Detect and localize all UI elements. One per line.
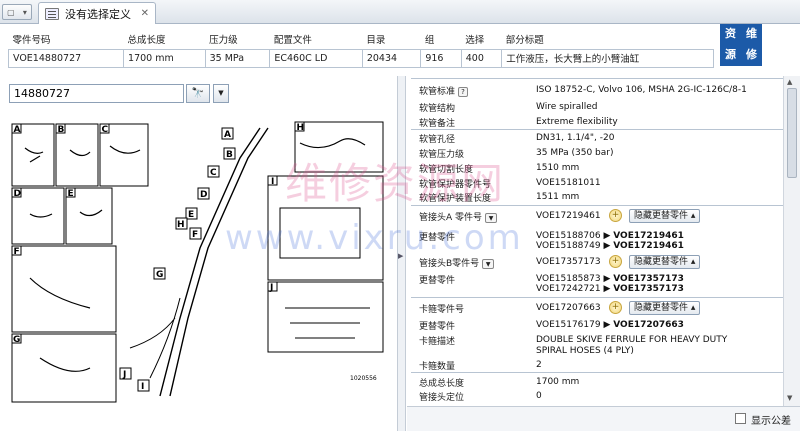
window-icon: ▢ (7, 7, 15, 17)
show-tolerance-label: 显示公差 (751, 416, 791, 427)
svg-text:I: I (141, 382, 144, 392)
hide-replacement-button-c[interactable]: 隐藏更替零件 ▴ (629, 301, 701, 315)
col-catalog: 目录 (362, 30, 421, 50)
cell-pressure: 35 MPa (204, 48, 271, 68)
row-hose-standard: 软管标准? ISO 18752-C, Volvo 106, MSHA 2G-IC… (419, 85, 747, 97)
cell-part-number: VOE14880727 (7, 48, 125, 68)
part-search-input[interactable] (9, 84, 184, 103)
bottom-bar: 显示公差 (407, 406, 800, 431)
col-section-title: 部分标题 (501, 30, 714, 50)
col-select: 选择 (461, 30, 502, 50)
hide-replacement-button-b[interactable]: 隐藏更替零件 ▴ (629, 255, 701, 269)
row-hose-structure: 软管结构 Wire spiralled (419, 102, 598, 114)
svg-text:J: J (122, 370, 126, 380)
col-config: 配置文件 (269, 30, 363, 50)
window-menu-button[interactable]: ▢ ▾ (2, 4, 32, 20)
scroll-up-icon[interactable]: ▲ (787, 78, 792, 86)
table-row[interactable]: VOE14880727 1700 mm 35 MPa EC460C LD 204… (7, 48, 714, 68)
cell-section-title: 工作液压，长大臂上的小臂油缸 (501, 48, 714, 68)
row-replace-c: 更替零件 VOE15176179 ▶ VOE17207663 (419, 320, 684, 332)
chevron-down-icon[interactable]: ▼ (482, 258, 495, 269)
binoculars-icon[interactable]: 🔭 (186, 84, 210, 103)
row-replace-a-2: VOE15188749 ▶ VOE17219461 (536, 241, 684, 251)
add-icon[interactable]: + (609, 301, 622, 314)
detail-f-frame (11, 245, 117, 333)
detail-i-frame (267, 175, 384, 281)
svg-text:F: F (14, 247, 20, 257)
row-clamp-qty: 卡箍数量 2 (419, 360, 542, 372)
svg-text:H: H (177, 220, 185, 230)
row-clamp-part: 卡箍零件号 VOE17207663 (419, 303, 601, 315)
chevron-down-icon: ▾ (22, 7, 27, 17)
scroll-down-icon[interactable]: ▼ (787, 394, 792, 402)
svg-text:G: G (156, 270, 163, 280)
cell-group: 916 (420, 48, 462, 68)
row-clamp-desc-2: SPIRAL HOSES (4 PLY) (536, 346, 634, 356)
svg-text:A: A (14, 125, 21, 135)
scroll-thumb[interactable] (787, 88, 797, 178)
svg-text:C: C (210, 168, 217, 178)
document-icon (45, 7, 59, 20)
cell-assembly-length: 1700 mm (123, 48, 206, 68)
hose-details-panel: 软管标准? ISO 18752-C, Volvo 106, MSHA 2G-IC… (407, 76, 783, 406)
detail-h-frame (294, 121, 384, 173)
cell-config: EC460C LD (269, 48, 363, 68)
row-fitting-a: 管接头A 零件号 ▼ VOE17219461 (419, 211, 601, 223)
row-fitting-b: 管接头B零件号 ▼ VOE17357173 (419, 257, 601, 269)
row-replace-b-2: VOE17242721 ▶ VOE17357173 (536, 284, 684, 294)
svg-text:J: J (269, 283, 273, 293)
diagram-footer: 1020556 (350, 375, 377, 382)
svg-text:G: G (13, 335, 20, 345)
col-part-number: 零件号码 (8, 30, 124, 50)
exploded-diagram[interactable]: A B C D E F G H I J A B C D E F G H I J … (10, 118, 388, 423)
row-fitting-position: 管接头定位 0 (419, 391, 542, 403)
row-assembly-length: 总成总长度 1700 mm (419, 377, 580, 389)
svg-text:F: F (192, 230, 198, 240)
cell-select: 400 (460, 48, 503, 68)
col-pressure: 压力级 (205, 30, 270, 50)
svg-text:C: C (102, 125, 109, 135)
show-tolerance-checkbox[interactable] (735, 413, 746, 424)
tab-bar: ▢ ▾ 没有选择定义 ✕ (0, 0, 800, 24)
tab-no-selection[interactable]: 没有选择定义 ✕ (38, 2, 156, 24)
search-dropdown-button[interactable]: ▼ (213, 84, 229, 103)
add-icon[interactable]: + (609, 255, 622, 268)
close-icon[interactable]: ✕ (141, 8, 149, 19)
svg-text:B: B (226, 150, 233, 160)
col-group: 组 (420, 30, 462, 50)
detail-j-frame (267, 281, 384, 353)
col-assembly-length: 总成长度 (123, 30, 206, 50)
cell-catalog: 20434 (361, 48, 422, 68)
detail-g-frame (11, 333, 117, 403)
row-hose-note: 软管备注 Extreme flexibility (419, 117, 618, 129)
svg-text:D: D (14, 189, 21, 199)
svg-text:E: E (68, 189, 74, 199)
row-protector-part: 软管保护器零件号 VOE15181011 (419, 178, 601, 190)
row-hose-cut-length: 软管切割长度 1510 mm (419, 163, 580, 175)
hide-replacement-button-a[interactable]: 隐藏更替零件 ▴ (629, 209, 701, 223)
svg-text:A: A (224, 130, 231, 140)
chevron-right-icon: ▶ (398, 252, 404, 260)
add-icon[interactable]: + (609, 209, 622, 222)
tab-label: 没有选择定义 (65, 7, 131, 21)
row-protector-length: 软管保护装置长度 1511 mm (419, 192, 580, 204)
svg-text:E: E (188, 210, 194, 220)
panel-splitter[interactable]: ▶ (398, 76, 406, 431)
details-scrollbar[interactable]: ▲ ▼ (783, 76, 800, 406)
svg-text:B: B (58, 125, 65, 135)
svg-text:I: I (271, 177, 274, 187)
row-hose-bore: 软管孔径 DN31, 1.1/4", -20 (419, 133, 615, 145)
part-summary-table: 零件号码 总成长度 压力级 配置文件 目录 组 选择 部分标题 VOE14880… (7, 30, 714, 70)
diagram-panel: 🔭 ▼ A B C D E F G H (0, 76, 398, 431)
row-hose-pressure: 软管压力级 35 MPa (350 bar) (419, 148, 614, 160)
svg-text:H: H (297, 123, 305, 133)
chevron-down-icon[interactable]: ▼ (485, 212, 498, 223)
svg-text:D: D (200, 190, 207, 200)
help-icon[interactable]: ? (458, 86, 469, 97)
site-logo: 资维 源修 (720, 24, 762, 66)
